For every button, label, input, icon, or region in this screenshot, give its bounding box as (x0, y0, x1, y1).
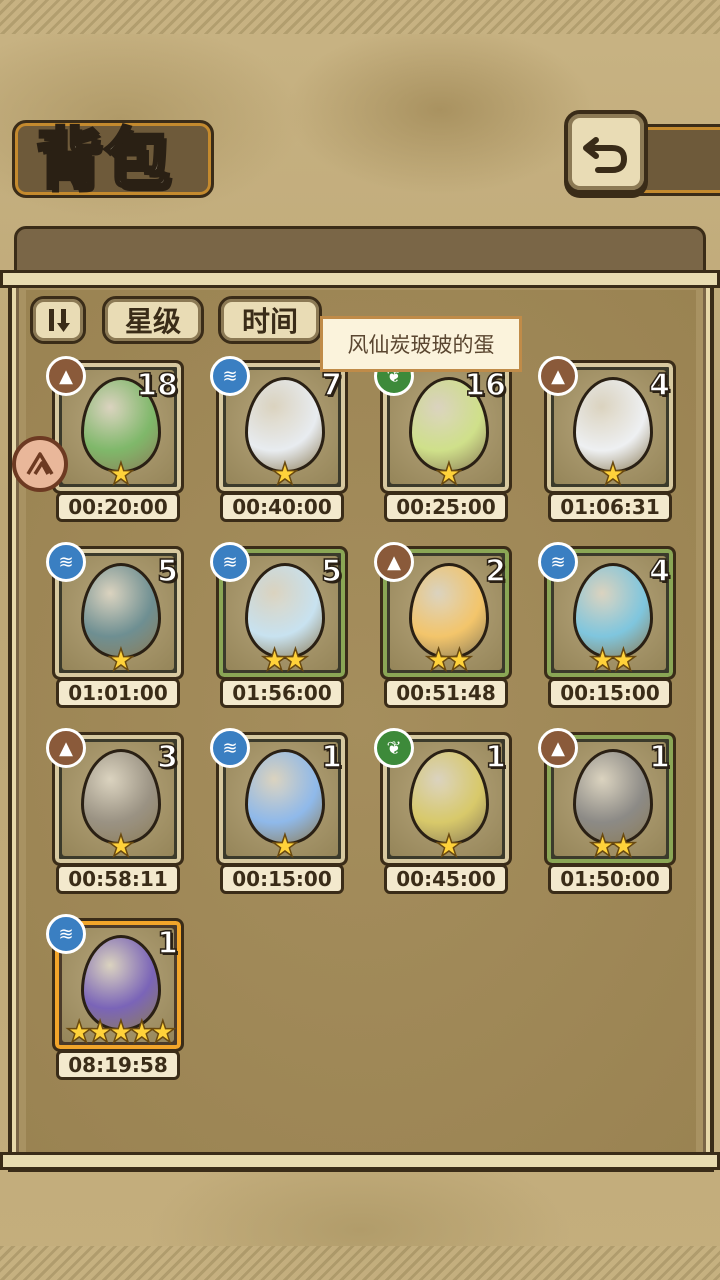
star-rating: ★ (271, 457, 299, 492)
leaf-element-icon: ❦ (374, 728, 414, 768)
hatch-timer: 00:15:00 (220, 864, 344, 894)
page-title: 背包 (35, 119, 172, 200)
star-rating: ★ (435, 829, 463, 864)
item-count: 7 (320, 367, 342, 404)
water-element-icon: ≋ (210, 728, 250, 768)
item-count: 2 (484, 553, 506, 590)
hatch-timer: 01:50:00 (548, 864, 672, 894)
earth-element-icon: ▲ (46, 728, 86, 768)
item-count: 4 (648, 553, 670, 590)
item-count: 1 (156, 925, 178, 962)
hatch-timer: 00:40:00 (220, 492, 344, 522)
water-element-icon: ≋ (210, 356, 250, 396)
water-element-icon: ≋ (46, 914, 86, 954)
star-rating: ★★ (588, 643, 637, 678)
item-count: 1 (320, 739, 342, 776)
egg-slot[interactable]: ≋ 7 ★ 00:40:00 (210, 356, 348, 524)
earth-element-icon: ▲ (538, 356, 578, 396)
filter-time-button[interactable]: 时间 (218, 296, 322, 344)
star-rating: ★ (435, 457, 463, 492)
star-rating: ★ (599, 457, 627, 492)
egg-slot[interactable]: ≋ 4 ★★ 00:15:00 (538, 542, 676, 710)
earth-element-icon: ▲ (46, 356, 86, 396)
panel-top-rail (0, 270, 720, 288)
item-count: 1 (648, 739, 670, 776)
earth-element-icon: ▲ (538, 728, 578, 768)
item-count: 3 (156, 739, 178, 776)
hatch-timer: 01:01:00 (56, 678, 180, 708)
panel-bottom-rail (0, 1152, 720, 1170)
egg-slot[interactable]: ❦ 16 ★ 00:25:00 (374, 356, 512, 524)
egg-slot[interactable]: ▲ 1 ★★ 01:50:00 (538, 728, 676, 896)
hatch-timer: 08:19:58 (56, 1050, 180, 1080)
egg-slot[interactable]: ▲ 3 ★ 00:58:11 (46, 728, 184, 896)
egg-slot[interactable]: ▲ 18 ★ 00:20:00 (46, 356, 184, 524)
egg-slot[interactable]: ≋ 1 ★★★★★ 08:19:58 (46, 914, 184, 1082)
egg-slot[interactable]: ▲ 2 ★★ 00:51:48 (374, 542, 512, 710)
side-element-badge[interactable] (12, 436, 68, 492)
top-border (0, 0, 720, 34)
hatch-timer: 00:25:00 (384, 492, 508, 522)
star-rating: ★★★★★ (65, 1015, 177, 1050)
item-tooltip: 风仙炭玻玻的蛋 (320, 316, 522, 372)
hatch-timer: 00:51:48 (384, 678, 508, 708)
egg-slot[interactable]: ≋ 1 ★ 00:15:00 (210, 728, 348, 896)
sort-order-button[interactable] (30, 296, 86, 344)
back-button[interactable] (564, 110, 648, 194)
star-rating: ★★ (424, 643, 473, 678)
item-count: 1 (484, 739, 506, 776)
water-element-icon: ≋ (538, 542, 578, 582)
hatch-timer: 01:06:31 (548, 492, 672, 522)
item-count: 4 (648, 367, 670, 404)
star-rating: ★ (107, 457, 135, 492)
sort-icon (49, 309, 70, 332)
item-count: 18 (136, 367, 179, 404)
hatch-timer: 00:58:11 (56, 864, 180, 894)
hatch-timer: 00:45:00 (384, 864, 508, 894)
egg-slot[interactable]: ≋ 5 ★★ 01:56:00 (210, 542, 348, 710)
item-count: 16 (464, 367, 507, 404)
star-rating: ★★ (588, 829, 637, 864)
earth-element-icon (26, 452, 54, 475)
star-rating: ★★ (260, 643, 309, 678)
hatch-timer: 00:15:00 (548, 678, 672, 708)
egg-slot[interactable]: ≋ 5 ★ 01:01:00 (46, 542, 184, 710)
bottom-border (0, 1246, 720, 1280)
water-element-icon: ≋ (210, 542, 250, 582)
back-arrow-icon (583, 137, 627, 173)
star-rating: ★ (271, 829, 299, 864)
hatch-timer: 00:20:00 (56, 492, 180, 522)
star-rating: ★ (107, 643, 135, 678)
item-count: 5 (156, 553, 178, 590)
filter-star-button[interactable]: 星级 (102, 296, 204, 344)
star-rating: ★ (107, 829, 135, 864)
egg-slot[interactable]: ▲ 4 ★ 01:06:31 (538, 356, 676, 524)
water-element-icon: ≋ (46, 542, 86, 582)
earth-element-icon: ▲ (374, 542, 414, 582)
hatch-timer: 01:56:00 (220, 678, 344, 708)
item-count: 5 (320, 553, 342, 590)
egg-slot[interactable]: ❦ 1 ★ 00:45:00 (374, 728, 512, 896)
